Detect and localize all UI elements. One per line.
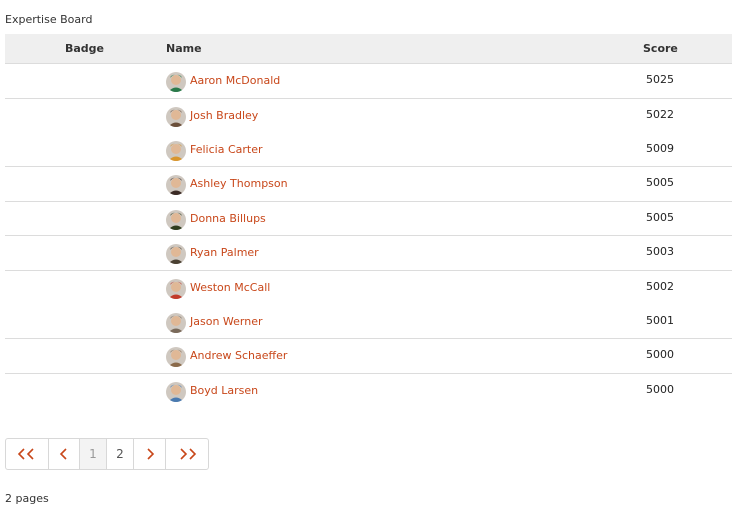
chevron-left-icon <box>59 448 67 460</box>
column-header-score: Score <box>643 42 678 55</box>
avatar[interactable] <box>166 381 186 402</box>
user-name-link[interactable]: Ashley Thompson <box>190 177 288 190</box>
avatar[interactable] <box>166 175 186 195</box>
next-page-button[interactable] <box>134 439 166 469</box>
table-row: Jason Werner 5001 <box>5 305 732 339</box>
table-row: Aaron McDonald 5025 <box>5 64 732 99</box>
avatar[interactable] <box>166 278 186 299</box>
column-header-name: Name <box>166 42 202 55</box>
avatar[interactable] <box>166 140 186 161</box>
user-name-link[interactable]: Boyd Larsen <box>190 384 258 397</box>
user-name-link[interactable]: Weston McCall <box>190 281 270 294</box>
avatar[interactable] <box>166 312 186 333</box>
user-name-link[interactable]: Ryan Palmer <box>190 246 259 259</box>
last-page-button[interactable] <box>166 439 208 469</box>
user-score: 5025 <box>646 73 674 86</box>
avatar[interactable] <box>166 347 186 367</box>
pagination: 1 2 <box>5 438 209 470</box>
table-row: Ryan Palmer 5003 <box>5 236 732 271</box>
page-2-button[interactable]: 2 <box>107 439 134 469</box>
table-header: Badge Name Score <box>5 34 732 64</box>
chevron-right-icon <box>146 448 154 460</box>
user-name-link[interactable]: Josh Bradley <box>190 109 258 122</box>
leaderboard-table: Badge Name Score Aaron McDonald 5025 Josh … <box>5 34 732 408</box>
user-name-link[interactable]: Aaron McDonald <box>190 74 280 87</box>
user-score: 5005 <box>646 176 674 189</box>
page-1-button[interactable]: 1 <box>80 439 107 469</box>
user-name-link[interactable]: Felicia Carter <box>190 143 263 156</box>
avatar[interactable] <box>166 209 186 230</box>
first-page-button[interactable] <box>6 439 49 469</box>
user-score: 5005 <box>646 210 674 224</box>
page-count: 2 pages <box>5 492 49 505</box>
user-score: 5022 <box>646 107 674 121</box>
user-score: 5001 <box>646 313 674 327</box>
user-score: 5002 <box>646 279 674 293</box>
user-name-link[interactable]: Jason Werner <box>190 315 263 328</box>
avatar[interactable] <box>166 244 186 264</box>
table-body: Aaron McDonald 5025 Josh Bradley 5022 Felici… <box>5 64 732 408</box>
double-chevron-right-icon <box>180 448 197 460</box>
user-score: 5000 <box>646 382 674 396</box>
user-score: 5003 <box>646 245 674 258</box>
avatar[interactable] <box>166 106 186 127</box>
table-row: Weston McCall 5002 <box>5 271 732 305</box>
user-score: 5000 <box>646 348 674 361</box>
table-row: Josh Bradley 5022 <box>5 99 732 133</box>
table-row: Felicia Carter 5009 <box>5 133 732 167</box>
table-row: Ashley Thompson 5005 <box>5 167 732 202</box>
prev-page-button[interactable] <box>49 439 80 469</box>
avatar[interactable] <box>166 72 186 92</box>
table-row: Donna Billups 5005 <box>5 202 732 236</box>
user-name-link[interactable]: Andrew Schaeffer <box>190 349 287 362</box>
table-row: Andrew Schaeffer 5000 <box>5 339 732 374</box>
user-score: 5009 <box>646 141 674 155</box>
board-title: Expertise Board <box>5 13 93 26</box>
double-chevron-left-icon <box>17 448 34 460</box>
column-header-badge: Badge <box>65 42 105 55</box>
user-name-link[interactable]: Donna Billups <box>190 212 266 225</box>
table-row: Boyd Larsen 5000 <box>5 374 732 408</box>
